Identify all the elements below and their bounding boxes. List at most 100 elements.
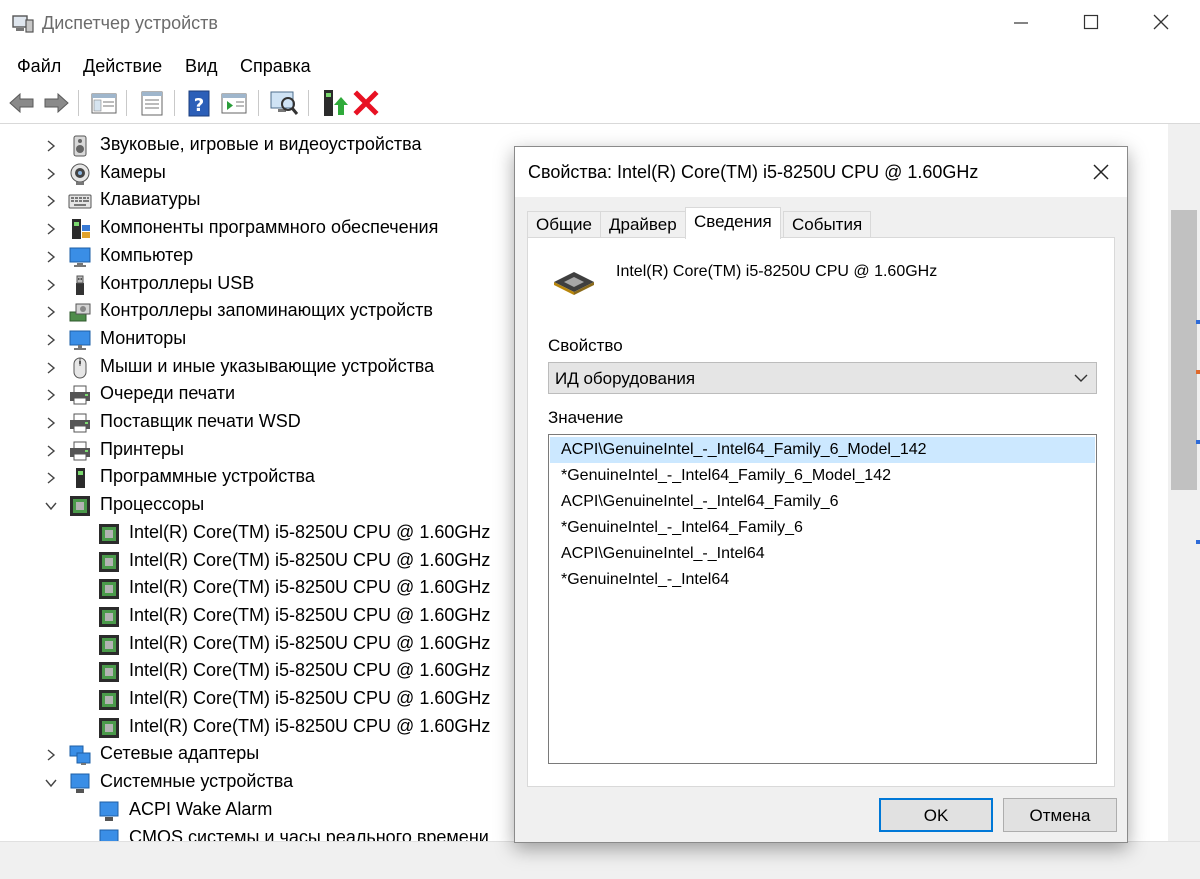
uninstall-device-icon[interactable] — [350, 87, 382, 119]
chevron-right-icon[interactable] — [44, 332, 58, 346]
chevron-right-icon[interactable] — [44, 443, 58, 457]
toolbar-separator — [258, 90, 259, 116]
tree-item-label: Клавиатуры — [100, 189, 201, 210]
action-pane-icon[interactable] — [218, 87, 250, 119]
chevron-right-icon[interactable] — [44, 415, 58, 429]
dialog-close-button[interactable] — [1083, 155, 1119, 189]
value-list-item[interactable]: ACPI\GenuineIntel_-_Intel64_Family_6_Mod… — [550, 437, 1095, 463]
minimize-button[interactable] — [986, 0, 1056, 46]
update-driver-icon[interactable] — [316, 87, 348, 119]
chevron-right-icon[interactable] — [44, 277, 58, 291]
device-manager-icon — [12, 15, 34, 33]
tree-item-label: Процессоры — [100, 494, 205, 515]
tab-events[interactable]: События — [783, 211, 872, 239]
toolbar: ? — [0, 82, 1200, 124]
tab-driver[interactable]: Драйвер — [600, 211, 686, 239]
chevron-right-icon[interactable] — [44, 249, 58, 263]
scan-hardware-icon[interactable] — [268, 87, 300, 119]
camera-icon — [68, 162, 92, 186]
processor-icon — [97, 716, 121, 740]
tree-item-label: Системные устройства — [100, 771, 294, 792]
speaker-icon — [68, 134, 92, 158]
system-device-icon — [68, 771, 92, 795]
ok-button[interactable]: OK — [879, 798, 993, 832]
menu-help[interactable]: Справка — [240, 56, 311, 77]
tree-item-label: Компоненты программного обеспечения — [100, 217, 439, 238]
menu-file[interactable]: Файл — [17, 56, 61, 77]
menu-view[interactable]: Вид — [185, 56, 218, 77]
close-icon — [1093, 164, 1109, 180]
tree-item-label: Звуковые, игровые и видеоустройства — [100, 134, 422, 154]
maximize-button[interactable] — [1056, 0, 1126, 46]
back-arrow-icon[interactable] — [6, 87, 38, 119]
tree-item-label: Intel(R) Core(TM) i5-8250U CPU @ 1.60GHz — [129, 549, 491, 570]
tree-item-label: Контроллеры запоминающих устройств — [100, 300, 433, 321]
tree-item-label: Поставщик печати WSD — [100, 411, 301, 431]
processor-icon — [97, 688, 121, 712]
toolbar-separator — [174, 90, 175, 116]
chevron-down-icon[interactable] — [44, 775, 58, 789]
scrollbar-thumb[interactable] — [1171, 210, 1197, 490]
value-list-item[interactable]: *GenuineIntel_-_Intel64_Family_6_Model_1… — [550, 463, 1095, 489]
forward-arrow-icon[interactable] — [40, 87, 72, 119]
network-adapter-icon — [68, 743, 92, 767]
close-icon — [1153, 14, 1169, 30]
close-window-button[interactable] — [1126, 0, 1196, 46]
dialog-title: Свойства: Intel(R) Core(TM) i5-8250U CPU… — [528, 162, 979, 182]
chevron-right-icon[interactable] — [44, 138, 58, 152]
processor-icon — [68, 494, 92, 518]
menu-action[interactable]: Действие — [83, 56, 162, 77]
value-list-item[interactable]: *GenuineIntel_-_Intel64 — [550, 567, 1095, 593]
processor-chip-icon — [554, 272, 594, 295]
value-list-item[interactable]: ACPI\GenuineIntel_-_Intel64_Family_6 — [550, 489, 1095, 515]
storage-controller-icon — [68, 300, 92, 324]
processor-icon — [97, 660, 121, 684]
chevron-right-icon[interactable] — [44, 387, 58, 401]
chevron-right-icon[interactable] — [44, 360, 58, 374]
tree-item-label: Мониторы — [100, 327, 187, 348]
printer-icon — [68, 439, 92, 463]
tree-item-label: Сетевые адаптеры — [100, 743, 260, 764]
processor-icon — [97, 577, 121, 601]
value-listbox[interactable]: ACPI\GenuineIntel_-_Intel64_Family_6_Mod… — [548, 434, 1097, 764]
chevron-right-icon[interactable] — [44, 221, 58, 235]
background-window-edge — [1196, 320, 1200, 544]
tree-item-label: Intel(R) Core(TM) i5-8250U CPU @ 1.60GHz — [129, 604, 491, 625]
properties-icon[interactable] — [136, 87, 168, 119]
value-label: Значение — [548, 408, 624, 427]
chevron-right-icon[interactable] — [44, 747, 58, 761]
tree-item-label: Intel(R) Core(TM) i5-8250U CPU @ 1.60GHz — [129, 688, 491, 708]
value-list-item[interactable]: *GenuineIntel_-_Intel64_Family_6 — [550, 515, 1095, 541]
properties-dialog: Свойства: Intel(R) Core(TM) i5-8250U CPU… — [514, 146, 1128, 843]
property-select[interactable]: ИД оборудования — [548, 362, 1097, 394]
tree-item-label: Программные устройства — [100, 466, 315, 487]
system-device-icon — [97, 799, 121, 823]
value-list-item[interactable]: ACPI\GenuineIntel_-_Intel64 — [550, 541, 1095, 567]
system-device-icon — [97, 827, 121, 841]
tree-item-label: Intel(R) Core(TM) i5-8250U CPU @ 1.60GHz — [129, 715, 491, 736]
tab-details[interactable]: Сведения — [685, 207, 781, 239]
tree-item-label: Камеры — [100, 161, 166, 182]
computer-icon — [68, 245, 92, 269]
monitor-icon — [68, 328, 92, 352]
processor-icon — [97, 605, 121, 629]
property-label: Свойство — [548, 336, 623, 355]
tab-general[interactable]: Общие — [527, 211, 601, 239]
tree-item-label: Intel(R) Core(TM) i5-8250U CPU @ 1.60GHz — [129, 521, 491, 542]
printer-icon — [68, 383, 92, 407]
status-bar — [0, 841, 1200, 879]
chevron-right-icon[interactable] — [44, 193, 58, 207]
toolbar-separator — [126, 90, 127, 116]
mouse-icon — [68, 356, 92, 380]
window-titlebar: Диспетчер устройств — [0, 0, 1200, 50]
keyboard-icon — [68, 189, 92, 213]
chevron-right-icon[interactable] — [44, 470, 58, 484]
chevron-down-icon[interactable] — [44, 498, 58, 512]
tree-item-label: Intel(R) Core(TM) i5-8250U CPU @ 1.60GHz — [129, 632, 491, 653]
chevron-right-icon[interactable] — [44, 166, 58, 180]
help-icon[interactable]: ? — [184, 87, 216, 119]
show-hide-console-tree-icon[interactable] — [88, 87, 120, 119]
chevron-right-icon[interactable] — [44, 304, 58, 318]
cancel-button[interactable]: Отмена — [1003, 798, 1117, 832]
toolbar-separator — [308, 90, 309, 116]
